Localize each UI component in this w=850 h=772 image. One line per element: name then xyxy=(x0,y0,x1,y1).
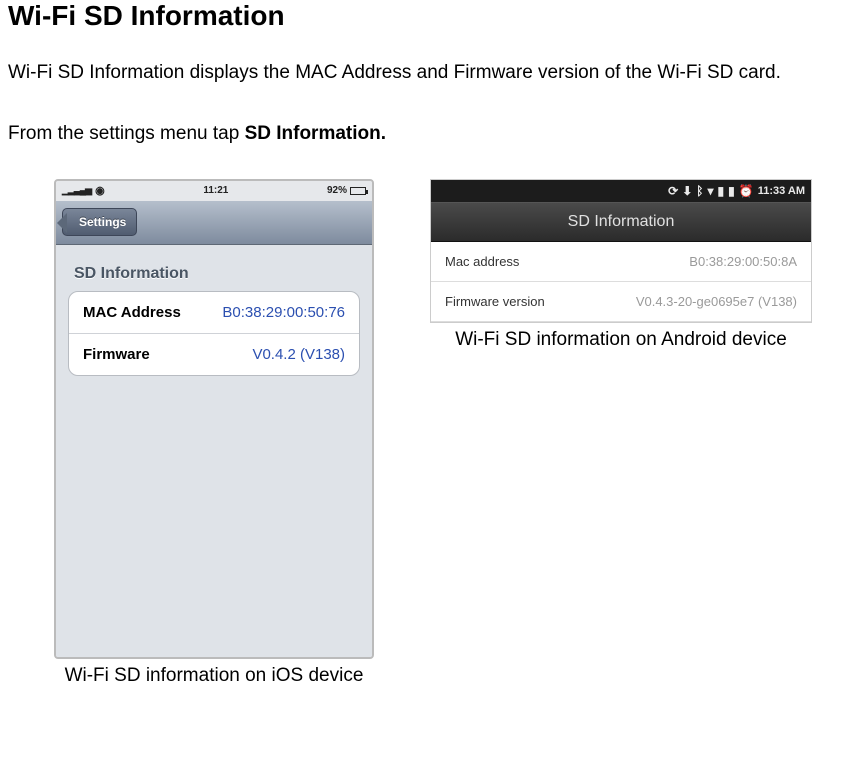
ios-status-right: 92% xyxy=(327,185,366,196)
android-status-time: 11:33 AM xyxy=(758,185,805,197)
ios-status-bar: ▁▂▃▄▅ ◉ 11:21 92% xyxy=(56,181,372,201)
android-column: ⟳ ⬇ ᛒ ▾ ▮ ▮ ⏰ 11:33 AM SD Information Ma… xyxy=(430,179,812,351)
ios-status-left: ▁▂▃▄▅ ◉ xyxy=(62,184,105,197)
ios-status-time: 11:21 xyxy=(203,185,228,196)
wifi-icon: ▾ xyxy=(708,184,714,198)
battery-icon xyxy=(350,187,366,195)
back-button-label: Settings xyxy=(79,215,126,229)
android-nav-title: SD Information xyxy=(568,213,675,231)
android-mac-value: B0:38:29:00:50:8A xyxy=(689,254,797,269)
ios-info-group: MAC Address B0:38:29:00:50:76 Firmware V… xyxy=(68,291,360,376)
battery-icon: ▮ xyxy=(728,184,735,198)
ios-caption: Wi-Fi SD information on iOS device xyxy=(65,665,364,687)
android-row-mac: Mac address B0:38:29:00:50:8A xyxy=(431,242,811,282)
ios-battery-percent: 92% xyxy=(327,185,347,196)
sync-icon: ⟳ xyxy=(668,184,678,198)
ios-screenshot: ▁▂▃▄▅ ◉ 11:21 92% Settings SD Informatio… xyxy=(54,179,374,659)
instruction-paragraph: From the settings menu tap SD Informatio… xyxy=(8,117,842,150)
ios-mac-value: B0:38:29:00:50:76 xyxy=(222,304,345,321)
instruction-text: From the settings menu tap xyxy=(8,123,245,144)
android-screenshot: ⟳ ⬇ ᛒ ▾ ▮ ▮ ⏰ 11:33 AM SD Information Ma… xyxy=(430,179,812,323)
android-caption: Wi-Fi SD information on Android device xyxy=(455,329,787,351)
instruction-bold: SD Information. xyxy=(245,123,386,144)
ios-section-header: SD Information xyxy=(56,265,372,291)
intro-paragraph: Wi-Fi SD Information displays the MAC Ad… xyxy=(8,56,842,89)
alarm-icon: ⏰ xyxy=(739,184,754,198)
signal-icon: ▮ xyxy=(718,184,725,198)
ios-row-mac: MAC Address B0:38:29:00:50:76 xyxy=(69,292,359,333)
android-mac-label: Mac address xyxy=(445,254,519,269)
ios-firmware-value: V0.4.2 (V138) xyxy=(252,346,345,363)
android-nav-bar: SD Information xyxy=(431,202,811,242)
android-row-firmware: Firmware version V0.4.3-20-ge0695e7 (V13… xyxy=(431,282,811,322)
ios-content-area: SD Information MAC Address B0:38:29:00:5… xyxy=(56,245,372,657)
back-button[interactable]: Settings xyxy=(62,208,137,236)
ios-firmware-label: Firmware xyxy=(83,346,150,363)
ios-mac-label: MAC Address xyxy=(83,304,181,321)
ios-nav-bar: Settings xyxy=(56,201,372,245)
ios-row-firmware: Firmware V0.4.2 (V138) xyxy=(69,333,359,375)
android-firmware-label: Firmware version xyxy=(445,294,545,309)
bluetooth-icon: ᛒ xyxy=(696,184,703,198)
page-title: Wi-Fi SD Information xyxy=(8,0,842,32)
signal-bars-icon: ▁▂▃▄▅ xyxy=(62,185,91,196)
download-icon: ⬇ xyxy=(682,184,692,198)
ios-column: ▁▂▃▄▅ ◉ 11:21 92% Settings SD Informatio… xyxy=(54,179,374,687)
android-status-bar: ⟳ ⬇ ᛒ ▾ ▮ ▮ ⏰ 11:33 AM xyxy=(431,180,811,202)
wifi-icon: ◉ xyxy=(95,184,105,197)
screenshots-row: ▁▂▃▄▅ ◉ 11:21 92% Settings SD Informatio… xyxy=(8,179,842,687)
android-firmware-value: V0.4.3-20-ge0695e7 (V138) xyxy=(636,294,797,309)
android-info-list: Mac address B0:38:29:00:50:8A Firmware v… xyxy=(431,242,811,322)
